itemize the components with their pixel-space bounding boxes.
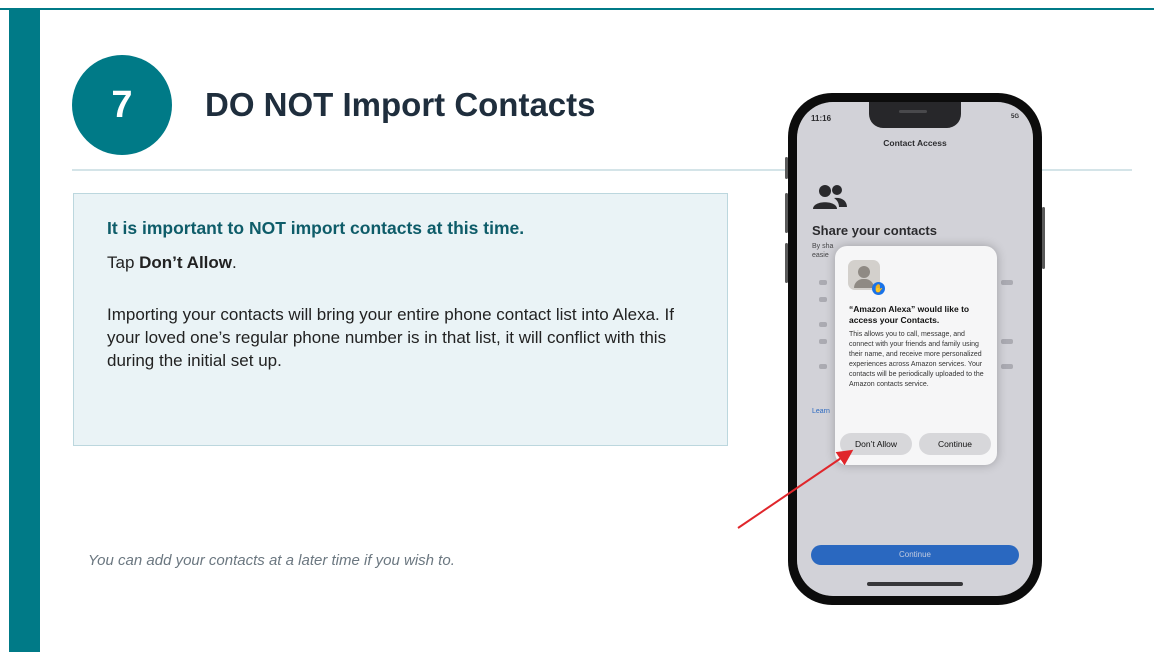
pointer-arrow xyxy=(737,449,854,529)
info-body: Importing your contacts will bring your … xyxy=(107,305,674,370)
contacts-app-icon: ✋ xyxy=(848,260,885,295)
contact-shoulders-shape xyxy=(854,279,874,288)
left-accent-bar xyxy=(9,10,40,652)
step-number-badge: 7 xyxy=(72,55,172,155)
slide-title: DO NOT Import Contacts xyxy=(205,86,596,123)
dialog-body: This allows you to call, message, and co… xyxy=(849,331,984,388)
contact-head-shape xyxy=(858,266,870,278)
phone-side-button xyxy=(1042,207,1045,269)
hand-badge-icon: ✋ xyxy=(872,282,885,295)
top-rule xyxy=(0,8,1154,10)
tap-prefix: Tap xyxy=(107,253,140,272)
info-heading: It is important to NOT import contacts a… xyxy=(107,218,525,238)
footnote: You can add your contacts at a later tim… xyxy=(88,552,455,569)
permission-dialog: ✋ “Amazon Alexa” would like to access yo… xyxy=(835,246,997,465)
arrow-line xyxy=(737,449,854,529)
tap-bold-label: Don’t Allow xyxy=(139,253,232,272)
info-box: It is important to NOT import contacts a… xyxy=(73,193,728,446)
info-tap-instruction: Tap Don’t Allow. xyxy=(107,253,694,273)
step-number: 7 xyxy=(111,83,133,126)
dialog-continue-button[interactable]: Continue xyxy=(919,433,991,455)
tap-suffix: . xyxy=(232,253,237,272)
dialog-title: “Amazon Alexa” would like to access your… xyxy=(849,304,970,325)
